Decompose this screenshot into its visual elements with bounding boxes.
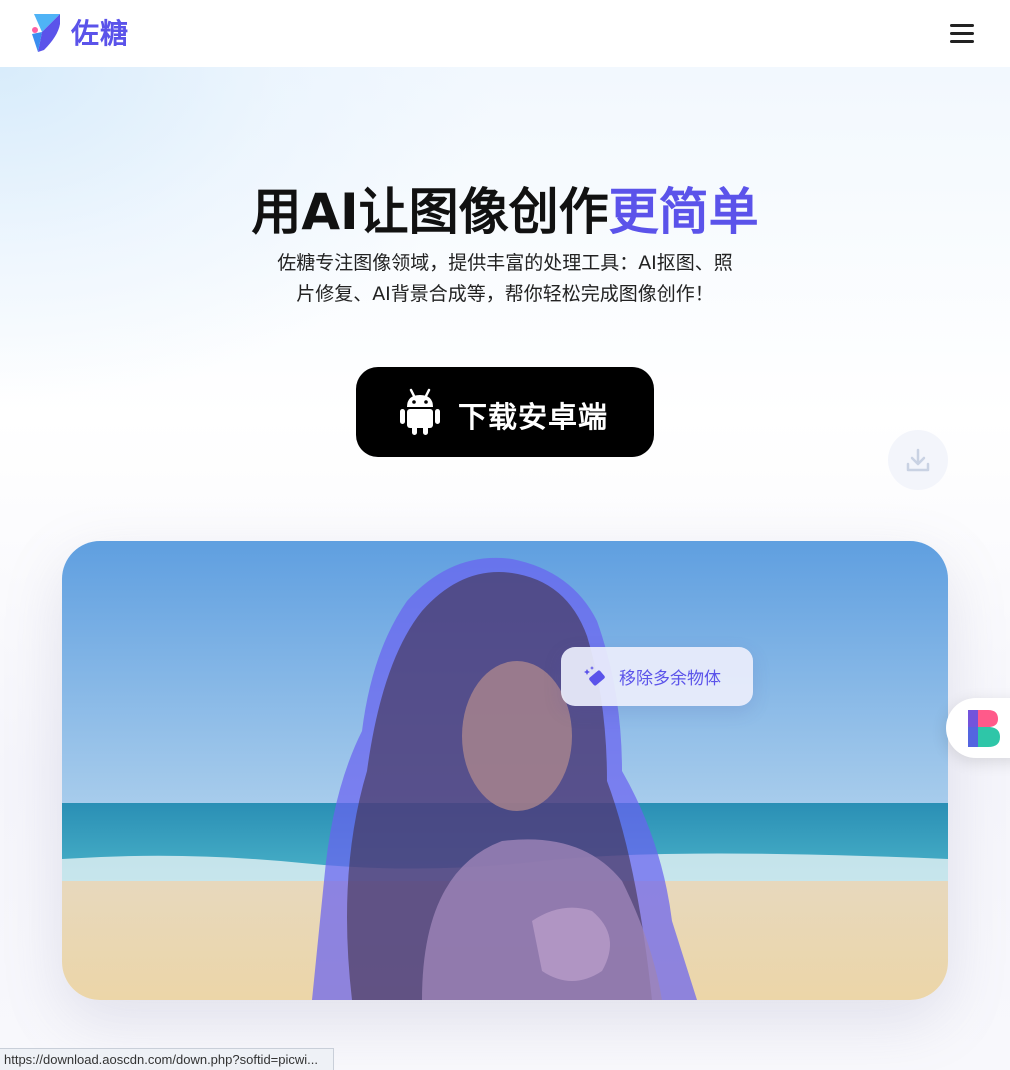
showcase-image xyxy=(62,541,948,1000)
hero-title-accent: 更简单 xyxy=(608,183,759,241)
android-icon xyxy=(400,387,440,435)
browser-status-bar: https://download.aoscdn.com/down.php?sof… xyxy=(0,1048,334,1070)
download-button-label: 下载安卓端 xyxy=(458,400,609,434)
download-android-button[interactable]: 下载安卓端 xyxy=(356,367,654,457)
remove-objects-chip[interactable]: 移除多余物体 xyxy=(561,647,753,706)
app-logo-icon xyxy=(968,710,1000,747)
hero-title: 用AI让图像创作更简单 xyxy=(0,172,1010,244)
side-app-launcher[interactable] xyxy=(946,698,1010,758)
hero-subtitle: 佐糖专注图像领域，提供丰富的处理工具：AI抠图、照片修复、AI背景合成等，帮你轻… xyxy=(277,252,733,305)
brand-name: 佐糖 xyxy=(71,17,130,50)
download-icon xyxy=(906,448,930,472)
hero-title-main: 用AI让图像创作 xyxy=(251,183,609,241)
remove-objects-label: 移除多余物体 xyxy=(619,669,721,689)
beach-portrait-illustration xyxy=(62,541,948,1000)
hamburger-menu-icon[interactable] xyxy=(946,20,978,48)
float-download-button[interactable] xyxy=(888,430,948,490)
site-header: 佐糖 xyxy=(0,0,1010,67)
eraser-sparkle-icon xyxy=(583,664,609,690)
zuotang-logo-icon xyxy=(30,10,64,54)
brand-logo[interactable]: 佐糖 xyxy=(30,10,129,54)
